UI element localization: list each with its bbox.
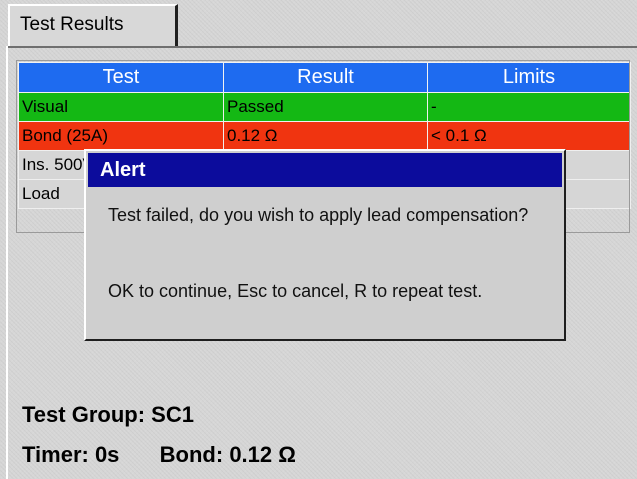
timer-label: Timer: 0s: [22, 442, 120, 467]
cell-result: Passed: [223, 92, 428, 122]
alert-title: Alert: [88, 153, 562, 187]
column-header-limits: Limits: [427, 62, 631, 93]
table-row[interactable]: Bond (25A) 0.12 Ω < 0.1 Ω: [18, 121, 631, 151]
status-row: Timer: 0s Bond: 0.12 Ω: [22, 442, 296, 468]
tab-test-results[interactable]: Test Results: [8, 4, 178, 46]
tester-screen: Test Results Test Result Limits Visual P…: [0, 0, 637, 479]
cell-test: Visual: [18, 92, 224, 122]
alert-message: Test failed, do you wish to apply lead c…: [108, 205, 529, 225]
table-row[interactable]: Visual Passed -: [18, 92, 631, 122]
cell-test: Bond (25A): [18, 121, 224, 151]
bond-reading: Bond: 0.12 Ω: [159, 442, 296, 467]
tab-strip: Test Results: [6, 0, 637, 48]
test-group-label: Test Group: SC1: [22, 402, 194, 427]
cell-limits: -: [427, 92, 631, 122]
alert-dialog[interactable]: Alert Test failed, do you wish to apply …: [84, 149, 566, 341]
cell-limits: < 0.1 Ω: [427, 121, 631, 151]
alert-instructions: OK to continue, Esc to cancel, R to repe…: [108, 281, 483, 301]
column-header-test: Test: [18, 62, 224, 93]
table-header-row: Test Result Limits: [18, 62, 631, 93]
cell-result: 0.12 Ω: [223, 121, 428, 151]
column-header-result: Result: [223, 62, 428, 93]
